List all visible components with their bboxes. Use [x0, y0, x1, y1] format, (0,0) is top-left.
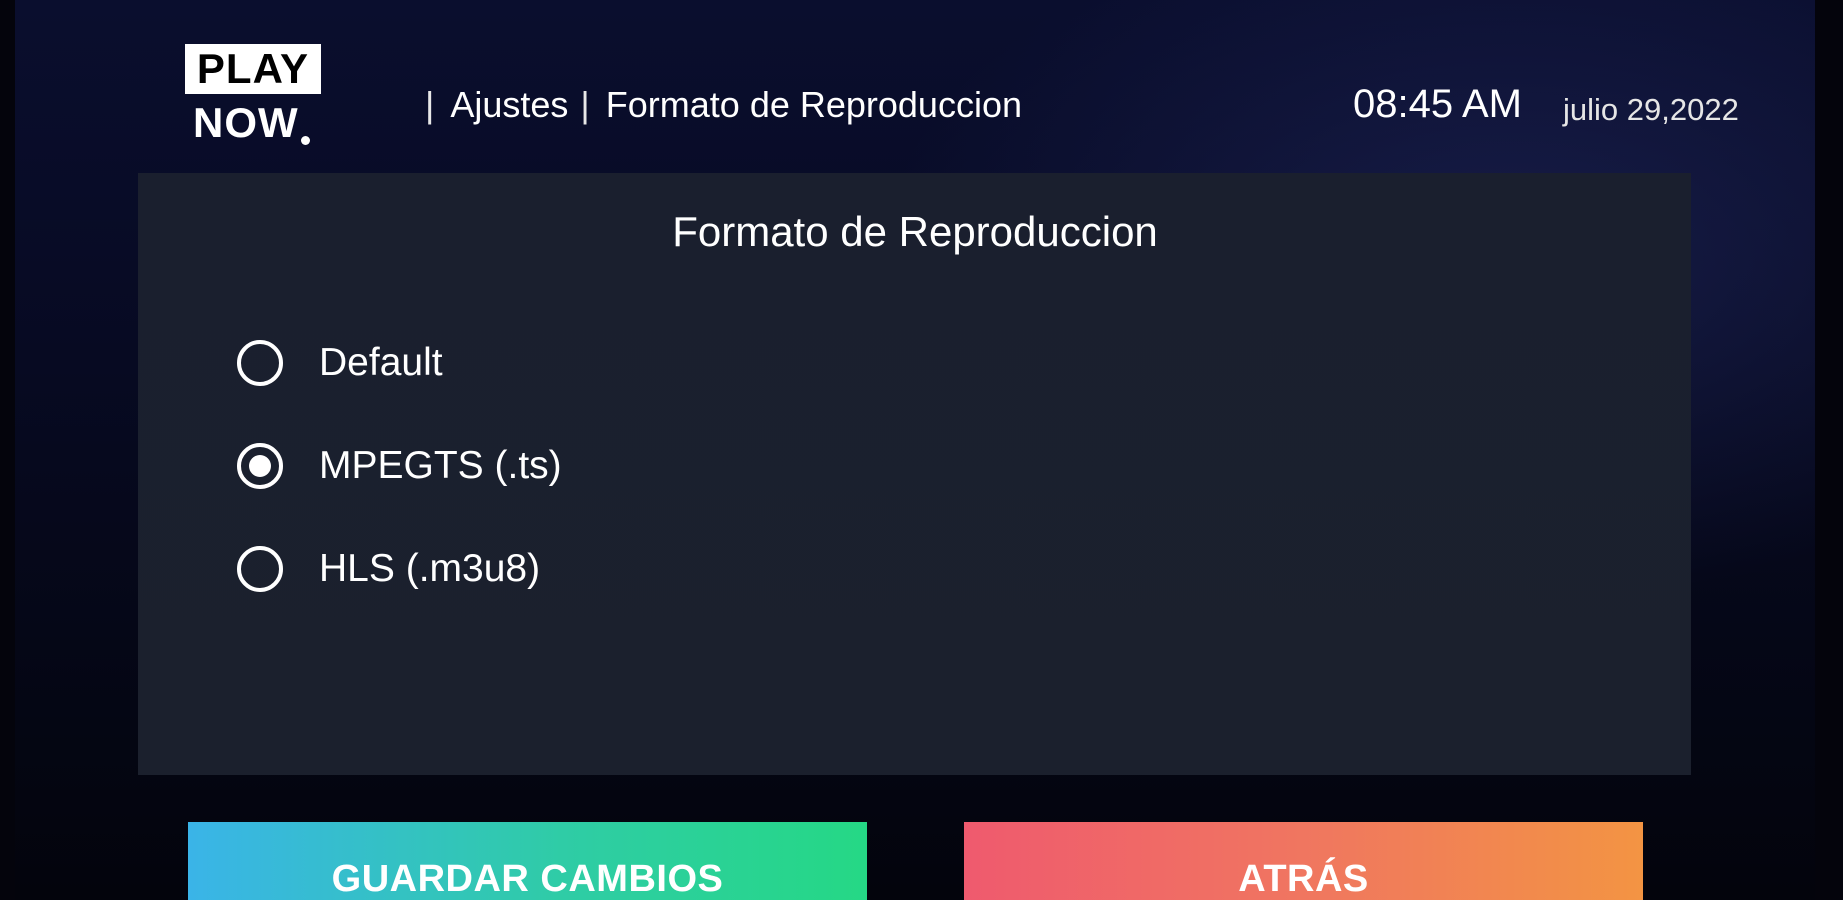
option-mpegts[interactable]: MPEGTS (.ts) [237, 443, 562, 489]
back-button[interactable]: ATRÁS [964, 822, 1643, 900]
panel-title: Formato de Reproduccion [672, 208, 1158, 255]
radio-unchecked-icon[interactable] [237, 546, 283, 592]
breadcrumb-separator: | [425, 84, 435, 125]
logo-dot-icon [300, 136, 310, 145]
breadcrumb-separator: | [580, 84, 590, 125]
save-changes-button[interactable]: GUARDAR CAMBIOS [188, 822, 867, 900]
option-label: Default [319, 341, 443, 384]
option-hls[interactable]: HLS (.m3u8) [237, 546, 540, 592]
option-label: MPEGTS (.ts) [319, 444, 562, 487]
clock-date: julio 29,2022 [1563, 92, 1739, 127]
breadcrumb: | Ajustes | Formato de Reproduccion [425, 84, 1022, 126]
clock-time: 08:45 AM [1353, 82, 1523, 126]
screen: PLAY NOW | Ajustes | Formato de Reproduc… [15, 0, 1815, 900]
option-default[interactable]: Default [237, 340, 443, 386]
playnow-logo: PLAY NOW [185, 44, 323, 148]
logo-now-word: NOW [193, 99, 299, 146]
radio-unchecked-icon[interactable] [237, 340, 283, 386]
breadcrumb-item-current: Formato de Reproduccion [605, 84, 1022, 125]
breadcrumb-item-ajustes[interactable]: Ajustes [450, 84, 568, 126]
radio-checked-icon[interactable] [237, 443, 283, 489]
option-label: HLS (.m3u8) [319, 547, 541, 590]
logo-now-text: NOW [193, 100, 310, 146]
radio-dot [249, 455, 271, 477]
logo-play-text: PLAY [185, 44, 321, 94]
